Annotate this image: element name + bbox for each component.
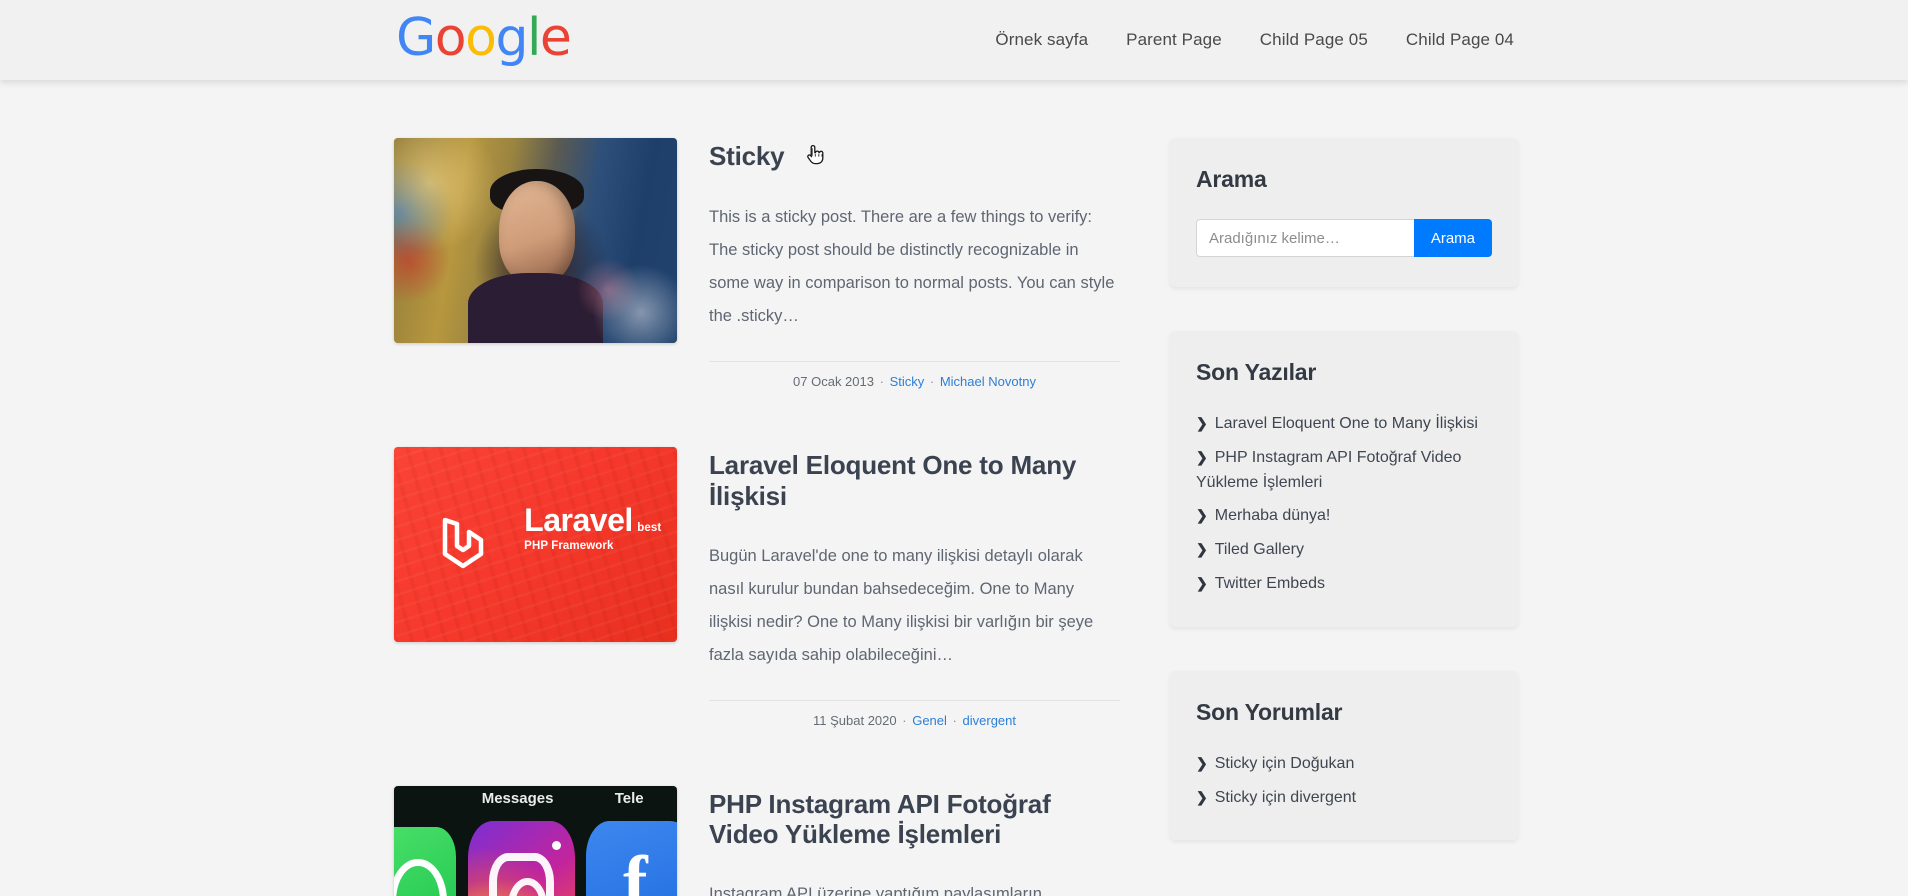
recent-comment-link-1[interactable]: Sticky için Doğukan xyxy=(1215,755,1355,772)
recent-comments-widget: Son Yorumlar ❯ Sticky için Doğukan ❯ Stick… xyxy=(1170,670,1518,841)
logo-letter-o-yellow: o xyxy=(465,8,497,68)
post-meta-sticky: 07 Ocak 2013 · Sticky · Michael Novotny xyxy=(709,361,1120,389)
telegram-label-text: Tele xyxy=(614,789,644,807)
instagram-app-icon xyxy=(467,820,576,896)
list-item: ❯ Sticky için divergent xyxy=(1196,786,1492,811)
chevron-right-icon: ❯ xyxy=(1196,788,1208,805)
post-spacer xyxy=(394,389,1120,447)
post-title-sticky: Sticky xyxy=(709,141,1120,173)
whatsapp-app-icon xyxy=(394,826,457,896)
app-icons-thumbnail[interactable]: Messages Tele xyxy=(394,785,677,896)
laravel-word-text: Laravel xyxy=(524,502,633,539)
facebook-app-icon xyxy=(586,820,677,896)
post-excerpt: Bugün Laravel'de one to many ilişkisi de… xyxy=(709,546,1094,664)
recent-posts-widget: Son Yazılar ❯ Laravel Eloquent One to Man… xyxy=(1170,331,1518,627)
laravel-wordmark: Laravel best PHP Framework xyxy=(524,504,677,554)
recent-comments-widget-title: Son Yorumlar xyxy=(1196,698,1343,725)
list-item: ❯ Merhaba dünya! xyxy=(1196,504,1492,529)
search-submit-button[interactable]: Arama xyxy=(1413,219,1492,257)
list-item: ❯ PHP Instagram API Fotoğraf Video Yüklem… xyxy=(1196,446,1492,496)
post-title-link[interactable]: PHP Instagram API Fotoğraf Video Yükleme… xyxy=(709,789,1051,850)
chevron-right-icon: ❯ xyxy=(1196,448,1208,465)
pointer-hand-cursor-icon xyxy=(805,141,825,172)
photo-person-thumbnail[interactable] xyxy=(394,138,677,343)
chevron-right-icon: ❯ xyxy=(1196,415,1208,431)
logo-letter-g-blue-2: g xyxy=(495,8,528,68)
post-item-laravel: Laravel best PHP Framework Laravel Eloqu… xyxy=(394,447,1120,728)
meta-separator: · xyxy=(879,374,884,390)
list-item: ❯ Sticky için Doğukan xyxy=(1196,752,1492,777)
chevron-right-icon: ❯ xyxy=(1196,574,1208,591)
post-category-link[interactable]: Genel xyxy=(912,713,947,728)
person-head-shape xyxy=(498,181,576,284)
recent-comment-link-2[interactable]: Sticky için divergent xyxy=(1215,789,1356,806)
post-item-php-instagram: Messages Tele PHP Instagram API Fotoğraf… xyxy=(394,785,1120,896)
nav-item-child-page-04[interactable]: Child Page 04 xyxy=(1406,30,1514,50)
post-item-sticky: Sticky This is a sticky post. There are … xyxy=(394,138,1120,389)
recent-post-link-1[interactable]: Laravel Eloquent One to Many İlişkisi xyxy=(1215,415,1478,432)
logo-letter-g-blue: G xyxy=(396,8,436,68)
laravel-logo-thumbnail[interactable]: Laravel best PHP Framework xyxy=(394,447,677,643)
post-body: Sticky This is a sticky post. There are … xyxy=(709,138,1120,389)
post-excerpt: Instagram API üzerine yaptığım paylaşıml… xyxy=(709,885,1042,896)
post-title-laravel: Laravel Eloquent One to Many İlişkisi xyxy=(709,450,1120,511)
list-item: ❯ Twitter Embeds xyxy=(1196,572,1492,597)
laravel-logo-mark-icon xyxy=(439,510,509,580)
post-category-link[interactable]: Sticky xyxy=(890,374,925,389)
post-list: Sticky This is a sticky post. There are … xyxy=(394,138,1120,896)
person-photo-art xyxy=(394,138,677,343)
search-widget: Arama Arama xyxy=(1170,138,1518,287)
recent-post-link-5[interactable]: Twitter Embeds xyxy=(1215,575,1325,592)
list-item: ❯ Tiled Gallery xyxy=(1196,538,1492,563)
instagram-lens-dot xyxy=(552,841,562,851)
post-body: PHP Instagram API Fotoğraf Video Yükleme… xyxy=(709,786,1120,896)
search-input[interactable] xyxy=(1196,219,1414,257)
meta-separator: · xyxy=(902,712,907,728)
logo-letter-e-red: e xyxy=(539,8,572,68)
post-body: Laravel Eloquent One to Many İlişkisi Bu… xyxy=(709,447,1120,728)
recent-post-link-2[interactable]: PHP Instagram API Fotoğraf Video Yükleme… xyxy=(1196,449,1461,491)
post-excerpt: This is a sticky post. There are a few t… xyxy=(709,208,1115,326)
laravel-thumbnail-art: Laravel best PHP Framework xyxy=(394,447,677,643)
instagram-camera-ring xyxy=(489,852,554,896)
post-date: 11 Şubat 2020 xyxy=(813,712,897,728)
search-form: Arama xyxy=(1196,219,1492,257)
recent-posts-widget-title: Son Yazılar xyxy=(1196,359,1317,385)
nav-item-ornek-sayfa[interactable]: Örnek sayfa xyxy=(995,30,1088,50)
nav-item-child-page-05[interactable]: Child Page 05 xyxy=(1260,30,1368,50)
list-item: ❯ Laravel Eloquent One to Many İlişkisi xyxy=(1196,412,1492,437)
sidebar: Arama Arama Son Yazılar ❯ Laravel Eloquen… xyxy=(1170,138,1518,896)
header-inner: Google Örnek sayfa Parent Page Child Pag… xyxy=(394,12,1514,68)
google-wordmark-logo[interactable]: Google xyxy=(396,8,572,68)
app-icons-art: Messages Tele xyxy=(394,785,677,896)
recent-post-link-3[interactable]: Merhaba dünya! xyxy=(1215,507,1331,524)
logo-letter-l-green: l xyxy=(526,8,541,68)
post-meta-laravel: 11 Şubat 2020 · Genel · divergent xyxy=(709,699,1120,728)
post-date: 07 Ocak 2013 xyxy=(793,374,874,390)
messages-label-text: Messages xyxy=(481,789,554,807)
meta-separator-2: · xyxy=(929,374,935,390)
post-title-link[interactable]: Sticky xyxy=(709,141,785,171)
site-header: Google Örnek sayfa Parent Page Child Pag… xyxy=(0,0,1908,80)
recent-comments-list: ❯ Sticky için Doğukan ❯ Sticky için diverg… xyxy=(1196,752,1492,811)
chevron-right-icon: ❯ xyxy=(1196,541,1208,558)
nav-item-parent-page[interactable]: Parent Page xyxy=(1126,30,1222,50)
person-torso-shape xyxy=(467,273,604,343)
recent-posts-list: ❯ Laravel Eloquent One to Many İlişkisi ❯… xyxy=(1196,412,1492,597)
search-widget-title: Arama xyxy=(1196,166,1267,192)
recent-post-link-4[interactable]: Tiled Gallery xyxy=(1215,541,1304,558)
logo-letter-o-red: o xyxy=(434,8,467,68)
post-spacer-2 xyxy=(394,728,1120,786)
chevron-right-icon: ❯ xyxy=(1196,507,1208,524)
post-title-php-instagram: PHP Instagram API Fotoğraf Video Yükleme… xyxy=(709,789,1120,850)
post-title-link[interactable]: Laravel Eloquent One to Many İlişkisi xyxy=(709,450,1076,511)
meta-separator-2: · xyxy=(952,712,957,728)
post-author-link[interactable]: divergent xyxy=(963,713,1016,728)
app-labels-row: Messages Tele xyxy=(394,790,677,812)
page-content-wrapper: Sticky This is a sticky post. There are … xyxy=(394,80,1518,896)
chevron-right-icon: ❯ xyxy=(1196,754,1208,771)
primary-navigation: Örnek sayfa Parent Page Child Page 05 Ch… xyxy=(995,30,1514,50)
post-author-link[interactable]: Michael Novotny xyxy=(940,374,1036,389)
